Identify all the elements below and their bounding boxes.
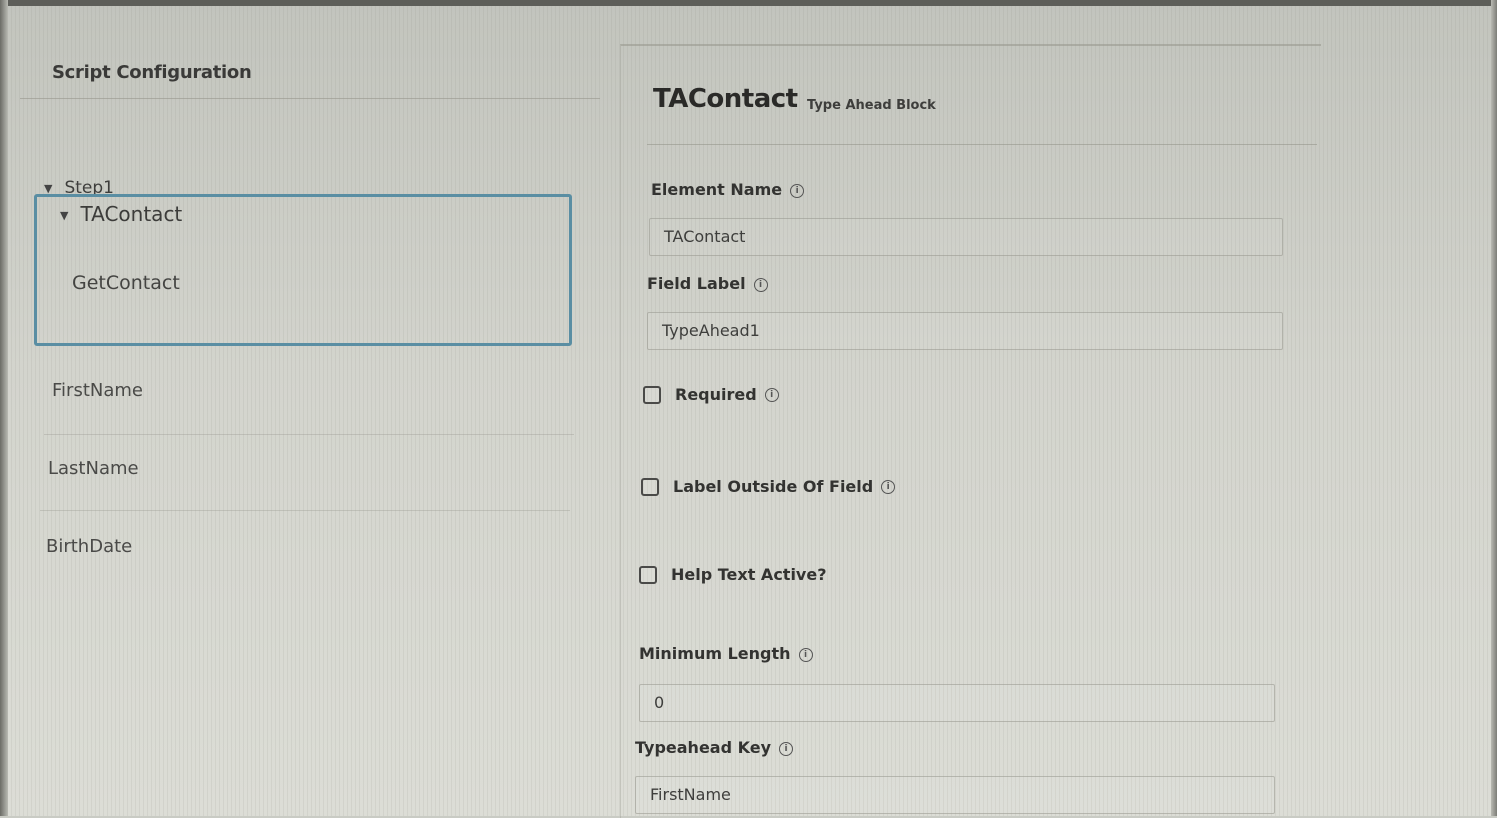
screen: Script Configuration ▼ Step1 ▼ TAContact G… <box>0 0 1497 818</box>
properties-title: TAContact <box>653 84 798 114</box>
label-text: Typeahead Key <box>635 738 772 757</box>
label-text: Element Name <box>651 180 783 199</box>
info-icon[interactable]: i <box>779 741 794 756</box>
properties-subtitle: Type Ahead Block <box>807 98 936 113</box>
help-text-checkbox[interactable] <box>639 565 657 584</box>
info-icon[interactable]: i <box>790 183 805 198</box>
label-outside-checkbox-row[interactable]: Label Outside Of Field i <box>641 476 896 496</box>
info-icon[interactable]: i <box>881 479 896 494</box>
tree-item-tacontact[interactable]: ▼ TAContact <box>60 202 182 226</box>
script-configuration-panel: Script Configuration ▼ Step1 ▼ TAContact G… <box>20 50 600 810</box>
divider <box>647 144 1317 145</box>
required-checkbox[interactable] <box>643 385 661 404</box>
checkbox-label: Required <box>675 385 757 404</box>
panel-header: Script Configuration <box>20 50 600 99</box>
properties-panel: TAContact Type Ahead Block Element Name i… <box>620 44 1321 818</box>
info-icon[interactable]: i <box>798 647 813 662</box>
element-name-label: Element Name i <box>651 180 805 199</box>
monitor-bezel-left <box>0 0 8 816</box>
element-name-input[interactable]: TAContact <box>649 218 1283 256</box>
checkbox-label: Label Outside Of Field <box>673 477 874 496</box>
tree-item-firstname[interactable]: FirstName <box>52 380 143 401</box>
tree-item-lastname[interactable]: LastName <box>48 458 139 479</box>
minimum-length-input[interactable]: 0 <box>639 684 1275 722</box>
caret-down-icon[interactable]: ▼ <box>44 182 52 195</box>
checkbox-label: Help Text Active? <box>671 565 827 584</box>
label-outside-checkbox[interactable] <box>641 477 659 496</box>
typeahead-key-label: Typeahead Key i <box>635 738 794 757</box>
minimum-length-label: Minimum Length i <box>639 644 813 663</box>
info-icon[interactable]: i <box>753 277 768 292</box>
typeahead-key-input[interactable]: FirstName <box>635 776 1275 814</box>
tree-item-label: TAContact <box>80 202 183 226</box>
label-text: Field Label <box>647 274 746 293</box>
divider <box>44 434 574 435</box>
caret-down-icon[interactable]: ▼ <box>60 209 68 222</box>
tree-item-birthdate[interactable]: BirthDate <box>46 536 132 557</box>
panel-title: Script Configuration <box>52 62 252 83</box>
tree-item-getcontact[interactable]: GetContact <box>72 272 180 294</box>
monitor-bezel-top <box>0 0 1497 6</box>
divider <box>40 510 570 511</box>
label-text: Minimum Length <box>639 644 791 663</box>
monitor-bezel-right <box>1491 0 1497 816</box>
help-text-checkbox-row[interactable]: Help Text Active? <box>639 564 827 584</box>
field-label-label: Field Label i <box>647 274 768 293</box>
field-label-input[interactable]: TypeAhead1 <box>647 312 1283 350</box>
info-icon[interactable]: i <box>764 387 779 402</box>
required-checkbox-row[interactable]: Required i <box>643 384 779 404</box>
